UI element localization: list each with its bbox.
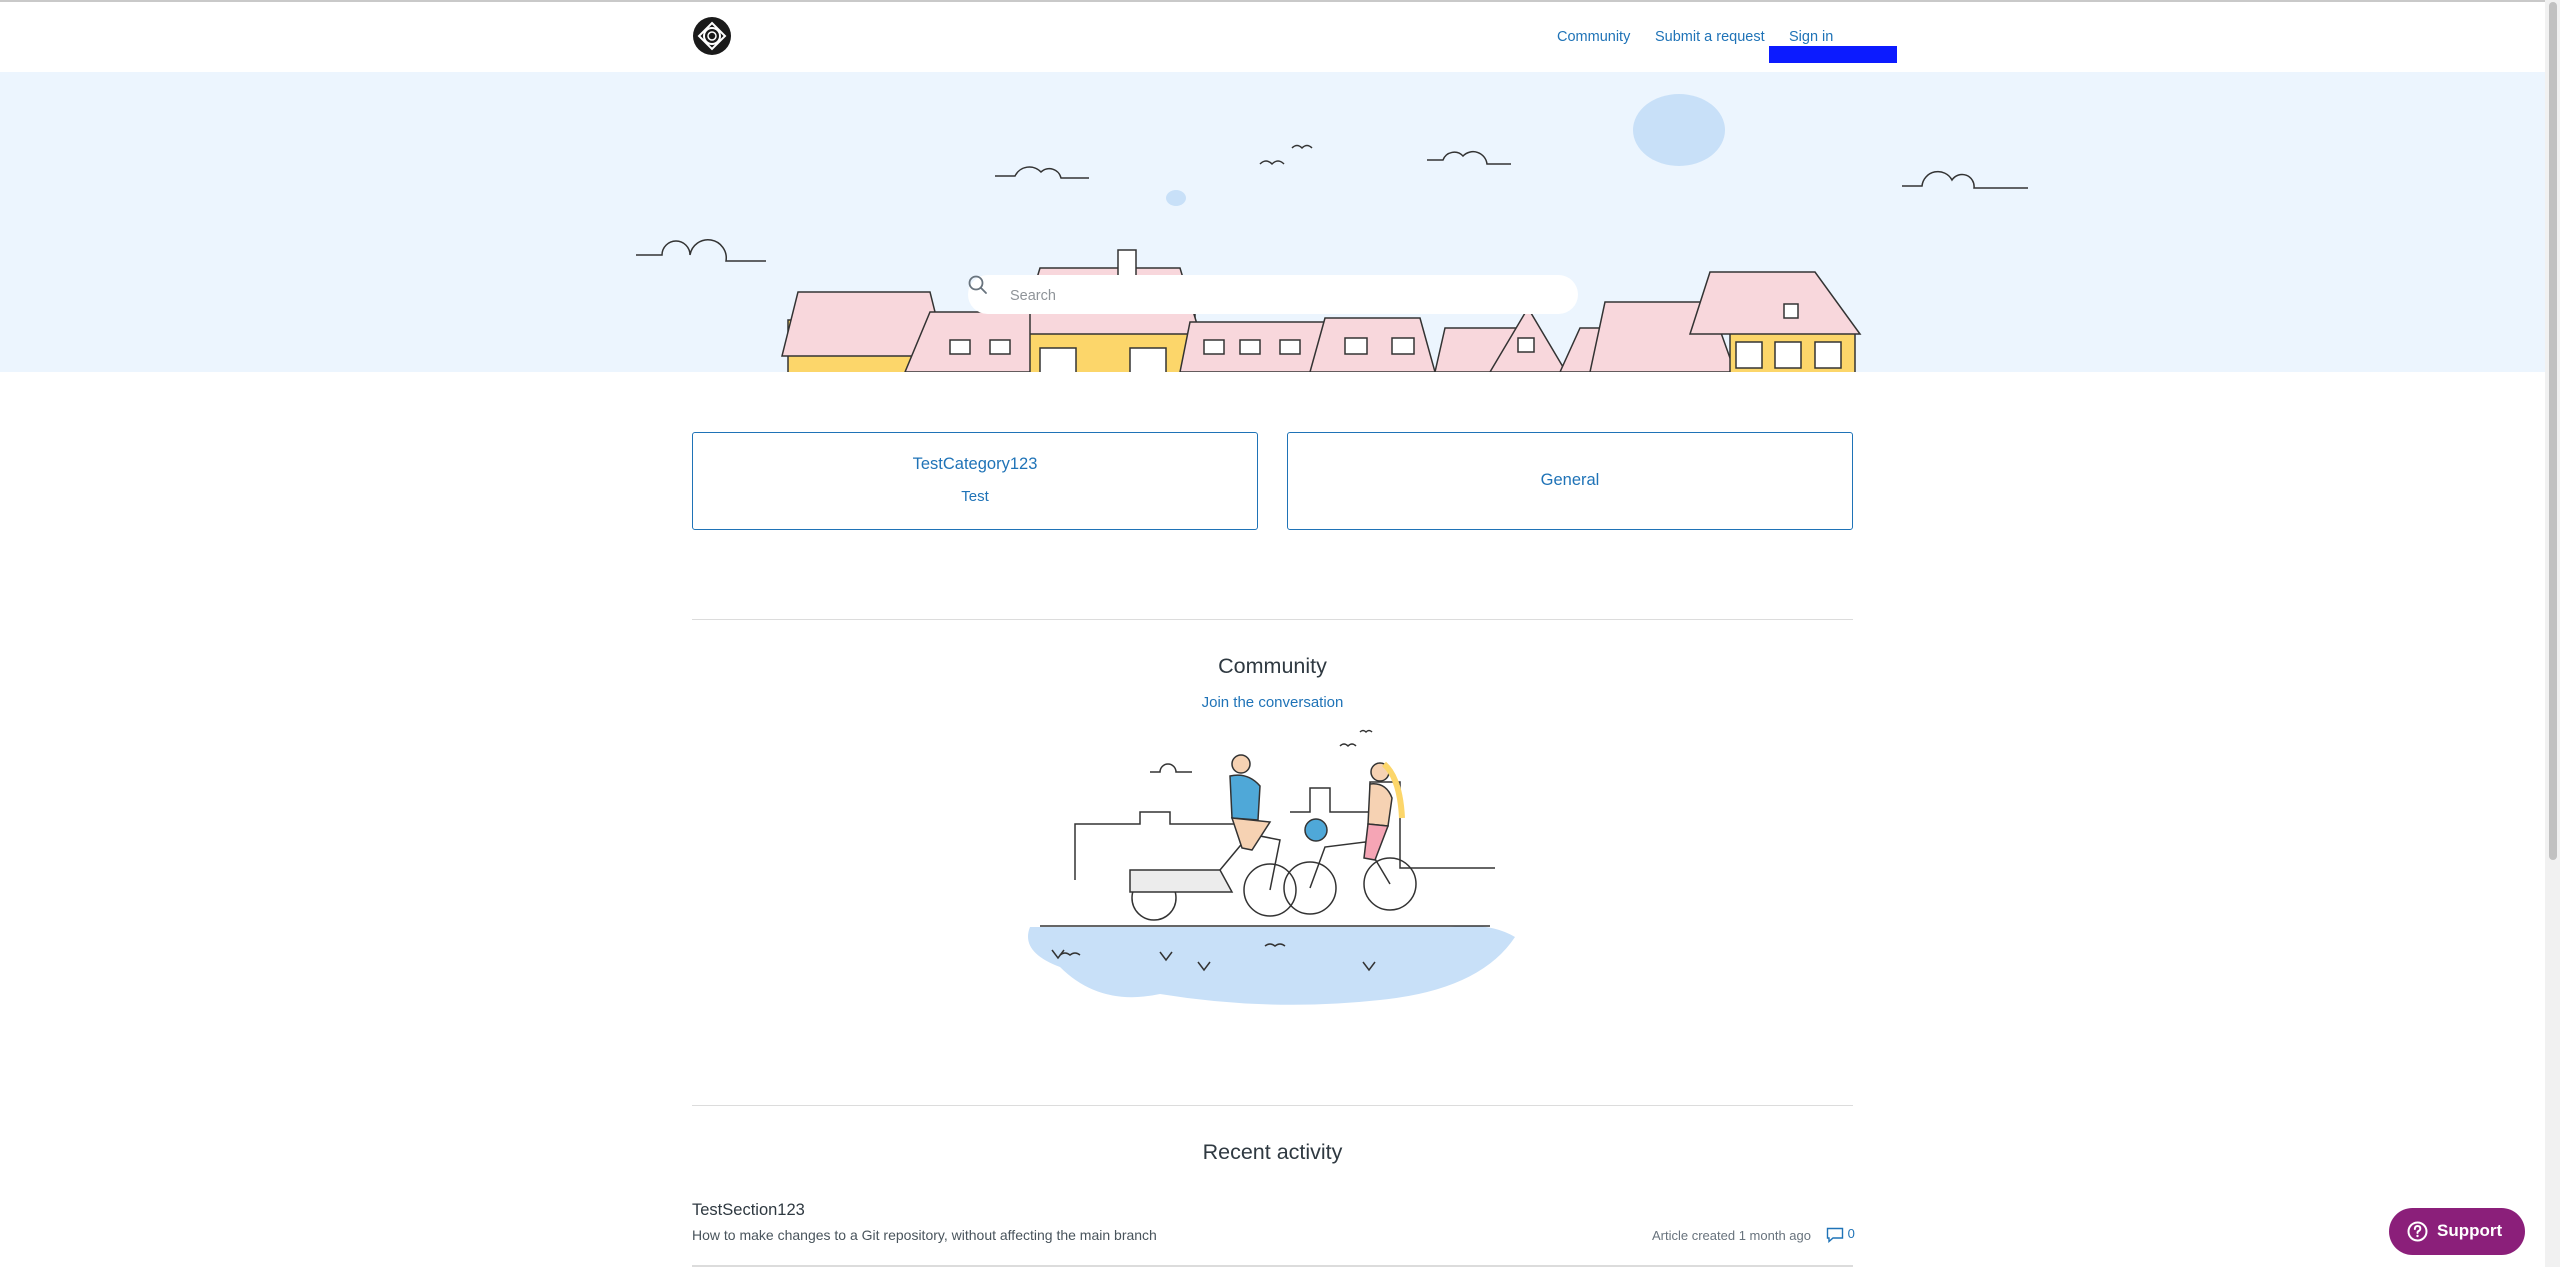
scrollbar-thumb[interactable] bbox=[2549, 2, 2557, 860]
category-title: TestCategory123 bbox=[912, 455, 1038, 473]
category-title: General bbox=[1540, 471, 1600, 489]
category-description: Test bbox=[961, 488, 989, 505]
question-icon bbox=[2407, 1221, 2428, 1242]
hero-banner bbox=[0, 72, 2545, 372]
search-box[interactable] bbox=[968, 275, 1578, 316]
section-divider bbox=[692, 1105, 1853, 1106]
community-illustration bbox=[1028, 729, 1515, 1005]
hero-town-illustration bbox=[636, 94, 2028, 372]
section-divider bbox=[692, 619, 1853, 620]
comment-count[interactable]: 0 bbox=[1826, 1226, 1855, 1244]
category-card-testcategory123[interactable]: TestCategory123 Test bbox=[692, 432, 1258, 530]
recent-activity-section-link[interactable]: TestSection123 bbox=[692, 1201, 805, 1220]
search-icon bbox=[968, 275, 987, 294]
recent-activity-article-link[interactable]: How to make changes to a Git repository,… bbox=[692, 1227, 1157, 1243]
site-header: Community Submit a request Sign in bbox=[0, 2, 2545, 72]
support-button[interactable]: Support bbox=[2389, 1208, 2525, 1255]
comment-count-value: 0 bbox=[1847, 1226, 1855, 1241]
recent-activity-meta: Article created 1 month ago bbox=[1652, 1228, 1811, 1243]
nav-community-link[interactable]: Community bbox=[1557, 29, 1630, 45]
brand-logo-icon[interactable] bbox=[692, 16, 732, 56]
join-conversation-link[interactable]: Join the conversation bbox=[1150, 694, 1395, 711]
comment-icon bbox=[1826, 1227, 1844, 1243]
recent-activity-title: Recent activity bbox=[1202, 1140, 1343, 1164]
search-input[interactable] bbox=[1008, 275, 1552, 316]
nav-sign-in-link[interactable]: Sign in bbox=[1789, 29, 1833, 45]
sign-in-highlight[interactable] bbox=[1769, 46, 1897, 63]
support-label: Support bbox=[2437, 1221, 2503, 1240]
nav-submit-request-link[interactable]: Submit a request bbox=[1655, 29, 1765, 45]
community-title: Community bbox=[1218, 654, 1327, 678]
category-card-general[interactable]: General bbox=[1287, 432, 1853, 530]
